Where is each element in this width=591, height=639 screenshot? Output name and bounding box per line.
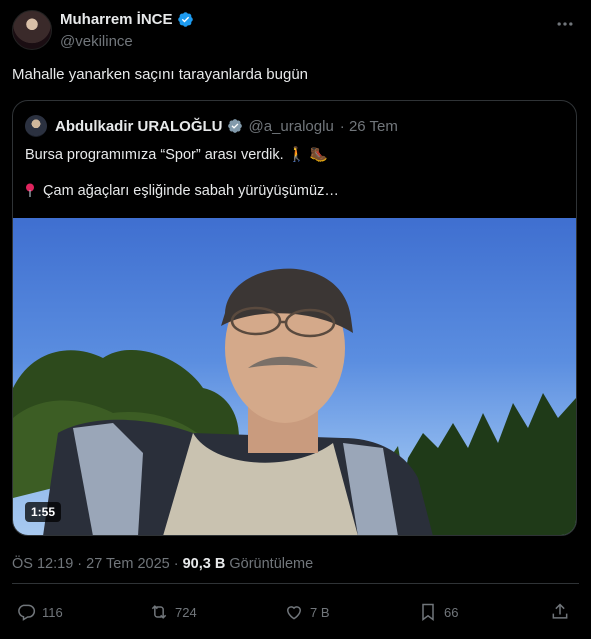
video-frame [13, 268, 576, 535]
quote-text-line2: Çam ağaçları eşliğinde sabah yürüyüşümüz… [25, 183, 339, 199]
tweet-timestamp[interactable]: ÖS 12:19 · 27 Tem 2025 · [12, 556, 183, 572]
video-duration: 1:55 [25, 502, 62, 522]
quote-author-handle: @a_uraloglu [248, 117, 334, 135]
quote-line2-text: Çam ağaçları eşliğinde sabah yürüyüşümüz… [43, 183, 339, 199]
like-count: 7 B [310, 604, 330, 620]
heart-icon [286, 606, 302, 620]
reply-count: 116 [42, 604, 63, 620]
quote-line1-text: Bursa programımıza “Spor” arası verdik. [25, 147, 284, 163]
action-bar: 116 724 7 B 66 [14, 602, 579, 626]
repost-icon [151, 605, 167, 619]
bookmark-icon [422, 603, 434, 621]
repost-count: 724 [175, 604, 197, 620]
walking-person-emoji-icon: 🚶 [287, 147, 306, 163]
author-avatar[interactable] [12, 10, 52, 50]
tweet-header: Muharrem İNCE @vekilince [12, 10, 579, 54]
more-options-icon[interactable] [555, 14, 575, 34]
repost-button[interactable]: 724 [149, 602, 197, 622]
quote-author-name: Abdulkadir URALOĞLU [55, 117, 223, 135]
reply-icon [18, 604, 36, 621]
reply-button[interactable]: 116 [16, 602, 63, 622]
author-name[interactable]: Muharrem İNCE [60, 11, 173, 28]
pin-emoji-icon [26, 183, 34, 197]
share-button[interactable] [550, 602, 570, 622]
tweet-meta: ÖS 12:19 · 27 Tem 2025 · 90,3 B Görüntül… [12, 556, 313, 572]
author-handle[interactable]: @vekilince [60, 33, 133, 50]
tweet-text: Mahalle yanarken saçını tarayanlarda bug… [12, 66, 309, 83]
view-label: Görüntüleme [229, 556, 314, 572]
quote-verified-badge-icon [227, 119, 242, 133]
quote-text-line1: Bursa programımıza “Spor” arası verdik. … [25, 146, 328, 163]
bookmark-count: 66 [444, 604, 459, 620]
divider [12, 583, 579, 584]
like-button[interactable]: 7 B [284, 602, 330, 622]
quote-author-avatar [25, 115, 47, 137]
verified-badge-icon [177, 12, 193, 27]
author-name-row: Muharrem İNCE [60, 11, 194, 28]
boot-emoji-icon: 🥾 [309, 147, 328, 163]
video-player[interactable]: 1:55 [13, 218, 576, 535]
quoted-tweet[interactable]: Abdulkadir URALOĞLU @a_uraloglu · 26 Tem… [12, 100, 577, 536]
quote-header: Abdulkadir URALOĞLU @a_uraloglu · 26 Tem [25, 115, 398, 137]
bookmark-button[interactable]: 66 [418, 602, 458, 622]
quote-date: · 26 Tem [339, 117, 398, 135]
share-icon [552, 603, 568, 619]
view-count: 90,3 B [182, 556, 226, 572]
